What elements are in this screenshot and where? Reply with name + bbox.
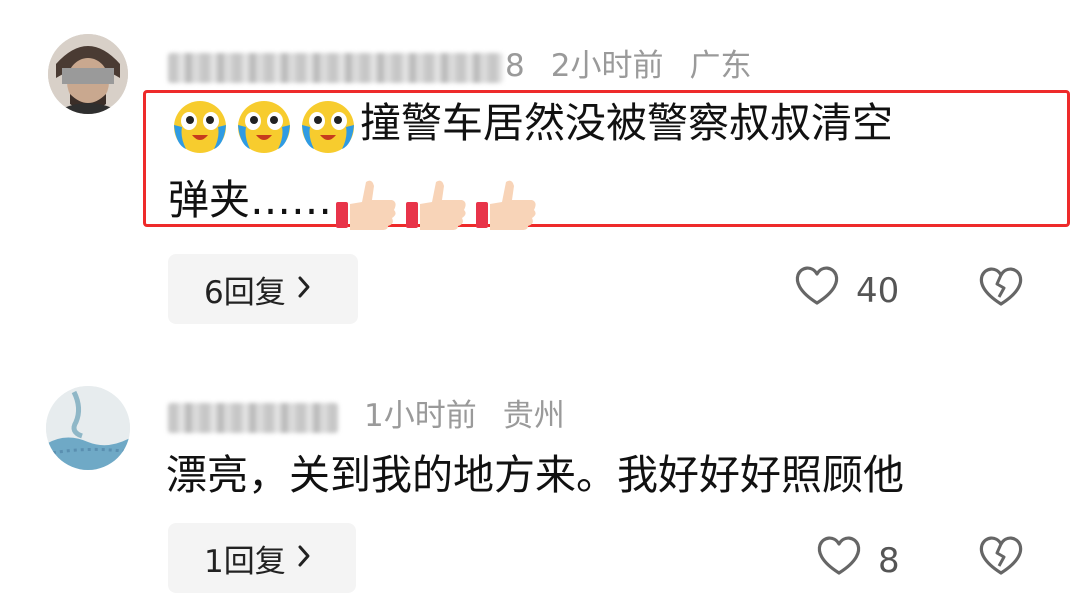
crying-laughing-face-emoji [168, 97, 232, 155]
like-button[interactable]: 8 [816, 535, 900, 586]
comment-meta: 1小时前 贵州 [168, 390, 565, 435]
avatar[interactable] [46, 386, 130, 470]
heart-outline-icon [816, 535, 862, 586]
comment-location: 贵州 [502, 398, 565, 434]
comment-text-line-1: 撞警车居然没被警察叔叔清空 [168, 94, 893, 155]
thumbs-up-emoji [332, 174, 402, 232]
broken-heart-icon [978, 536, 1024, 581]
username-suffix: 8 [505, 48, 525, 84]
replies-label: 6回复 [204, 274, 286, 311]
comment-time: 2小时前 [550, 48, 664, 84]
comment-item: 8 2小时前 广东 撞警车居然没被警察叔叔清空 弹夹…… 6回复 40 [0, 0, 1080, 340]
comment-item: 1小时前 贵州 漂亮，关到我的地方来。我好好好照顾他 1回复 8 [0, 340, 1080, 604]
crying-laughing-face-emoji [296, 97, 360, 155]
blurred-username [168, 402, 338, 433]
like-count: 8 [878, 540, 900, 581]
dislike-button[interactable] [978, 266, 1024, 312]
comment-location: 广东 [689, 48, 752, 84]
comment-text-line-2: 弹夹…… [168, 171, 542, 232]
view-replies-button[interactable]: 6回复 [168, 254, 358, 324]
comment-text: 漂亮，关到我的地方来。我好好好照顾他 [166, 451, 904, 499]
view-replies-button[interactable]: 1回复 [168, 523, 356, 593]
chevron-right-icon [296, 540, 312, 576]
comment-time: 1小时前 [364, 398, 477, 434]
comment-text: 撞警车居然没被警察叔叔清空 [360, 99, 893, 147]
like-count: 40 [856, 270, 900, 311]
crying-laughing-face-emoji [232, 97, 296, 155]
comment-meta: 8 2小时前 广东 [168, 40, 751, 85]
thumbs-up-emoji [472, 174, 542, 232]
avatar[interactable] [48, 34, 128, 114]
dislike-button[interactable] [978, 535, 1024, 581]
heart-outline-icon [794, 265, 840, 316]
like-button[interactable]: 40 [794, 265, 899, 316]
blurred-username [168, 52, 503, 83]
comment-text: 弹夹…… [168, 176, 332, 224]
broken-heart-icon [978, 267, 1024, 312]
thumbs-up-emoji [402, 174, 472, 232]
chevron-right-icon [296, 271, 312, 307]
replies-label: 1回复 [204, 543, 286, 580]
